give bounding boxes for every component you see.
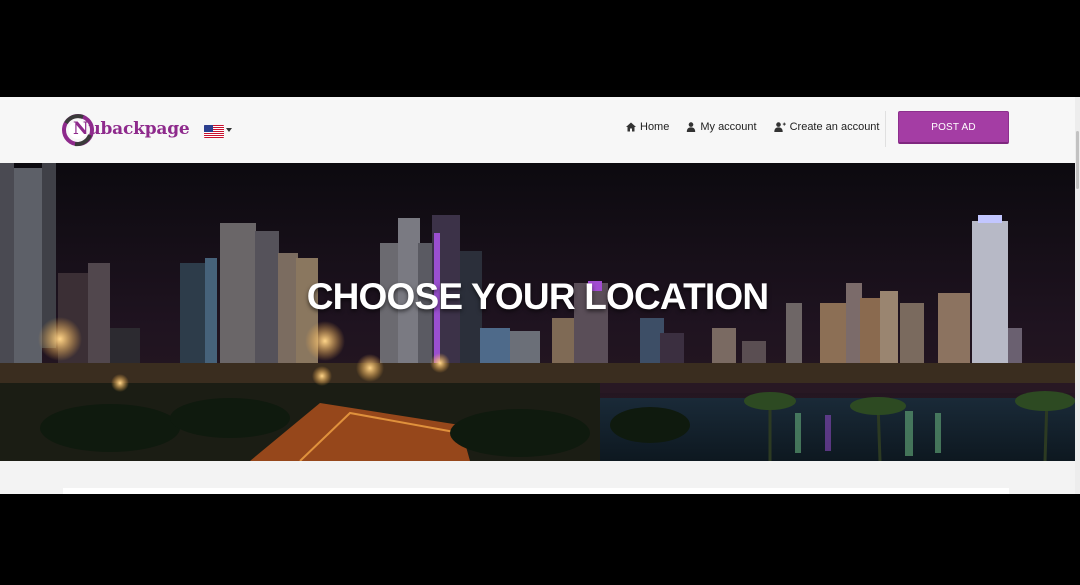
home-icon [626,122,636,132]
scrollbar-thumb[interactable] [1076,131,1079,189]
nav-my-account-label: My account [700,121,757,133]
logo-text: Nubackpage [73,119,190,139]
site-logo[interactable]: Nubackpage [61,113,190,147]
nav-home[interactable]: Home [626,121,669,133]
hero-title: CHOOSE YOUR LOCATION [306,276,769,317]
post-ad-button[interactable]: POST AD [898,111,1009,144]
user-icon [687,122,696,132]
content-area [63,488,1009,494]
top-navbar: Nubackpage Home My account Create an acc… [0,97,1075,164]
page: Nubackpage Home My account Create an acc… [0,97,1080,494]
nav-create-account[interactable]: Create an account [773,121,880,133]
nav-divider [885,111,886,147]
page-scrollbar[interactable] [1075,97,1080,494]
nav-home-label: Home [640,121,670,133]
chevron-down-icon[interactable] [226,128,232,132]
nav-links: Home My account Create an account [626,121,879,133]
nav-my-account[interactable]: My account [686,121,757,133]
us-flag-icon[interactable] [204,125,224,138]
user-plus-icon [773,122,786,132]
hero-banner: CHOOSE YOUR LOCATION [0,163,1075,461]
logo-mark-icon: Nubackpage [61,113,190,147]
nav-create-account-label: Create an account [789,121,880,133]
